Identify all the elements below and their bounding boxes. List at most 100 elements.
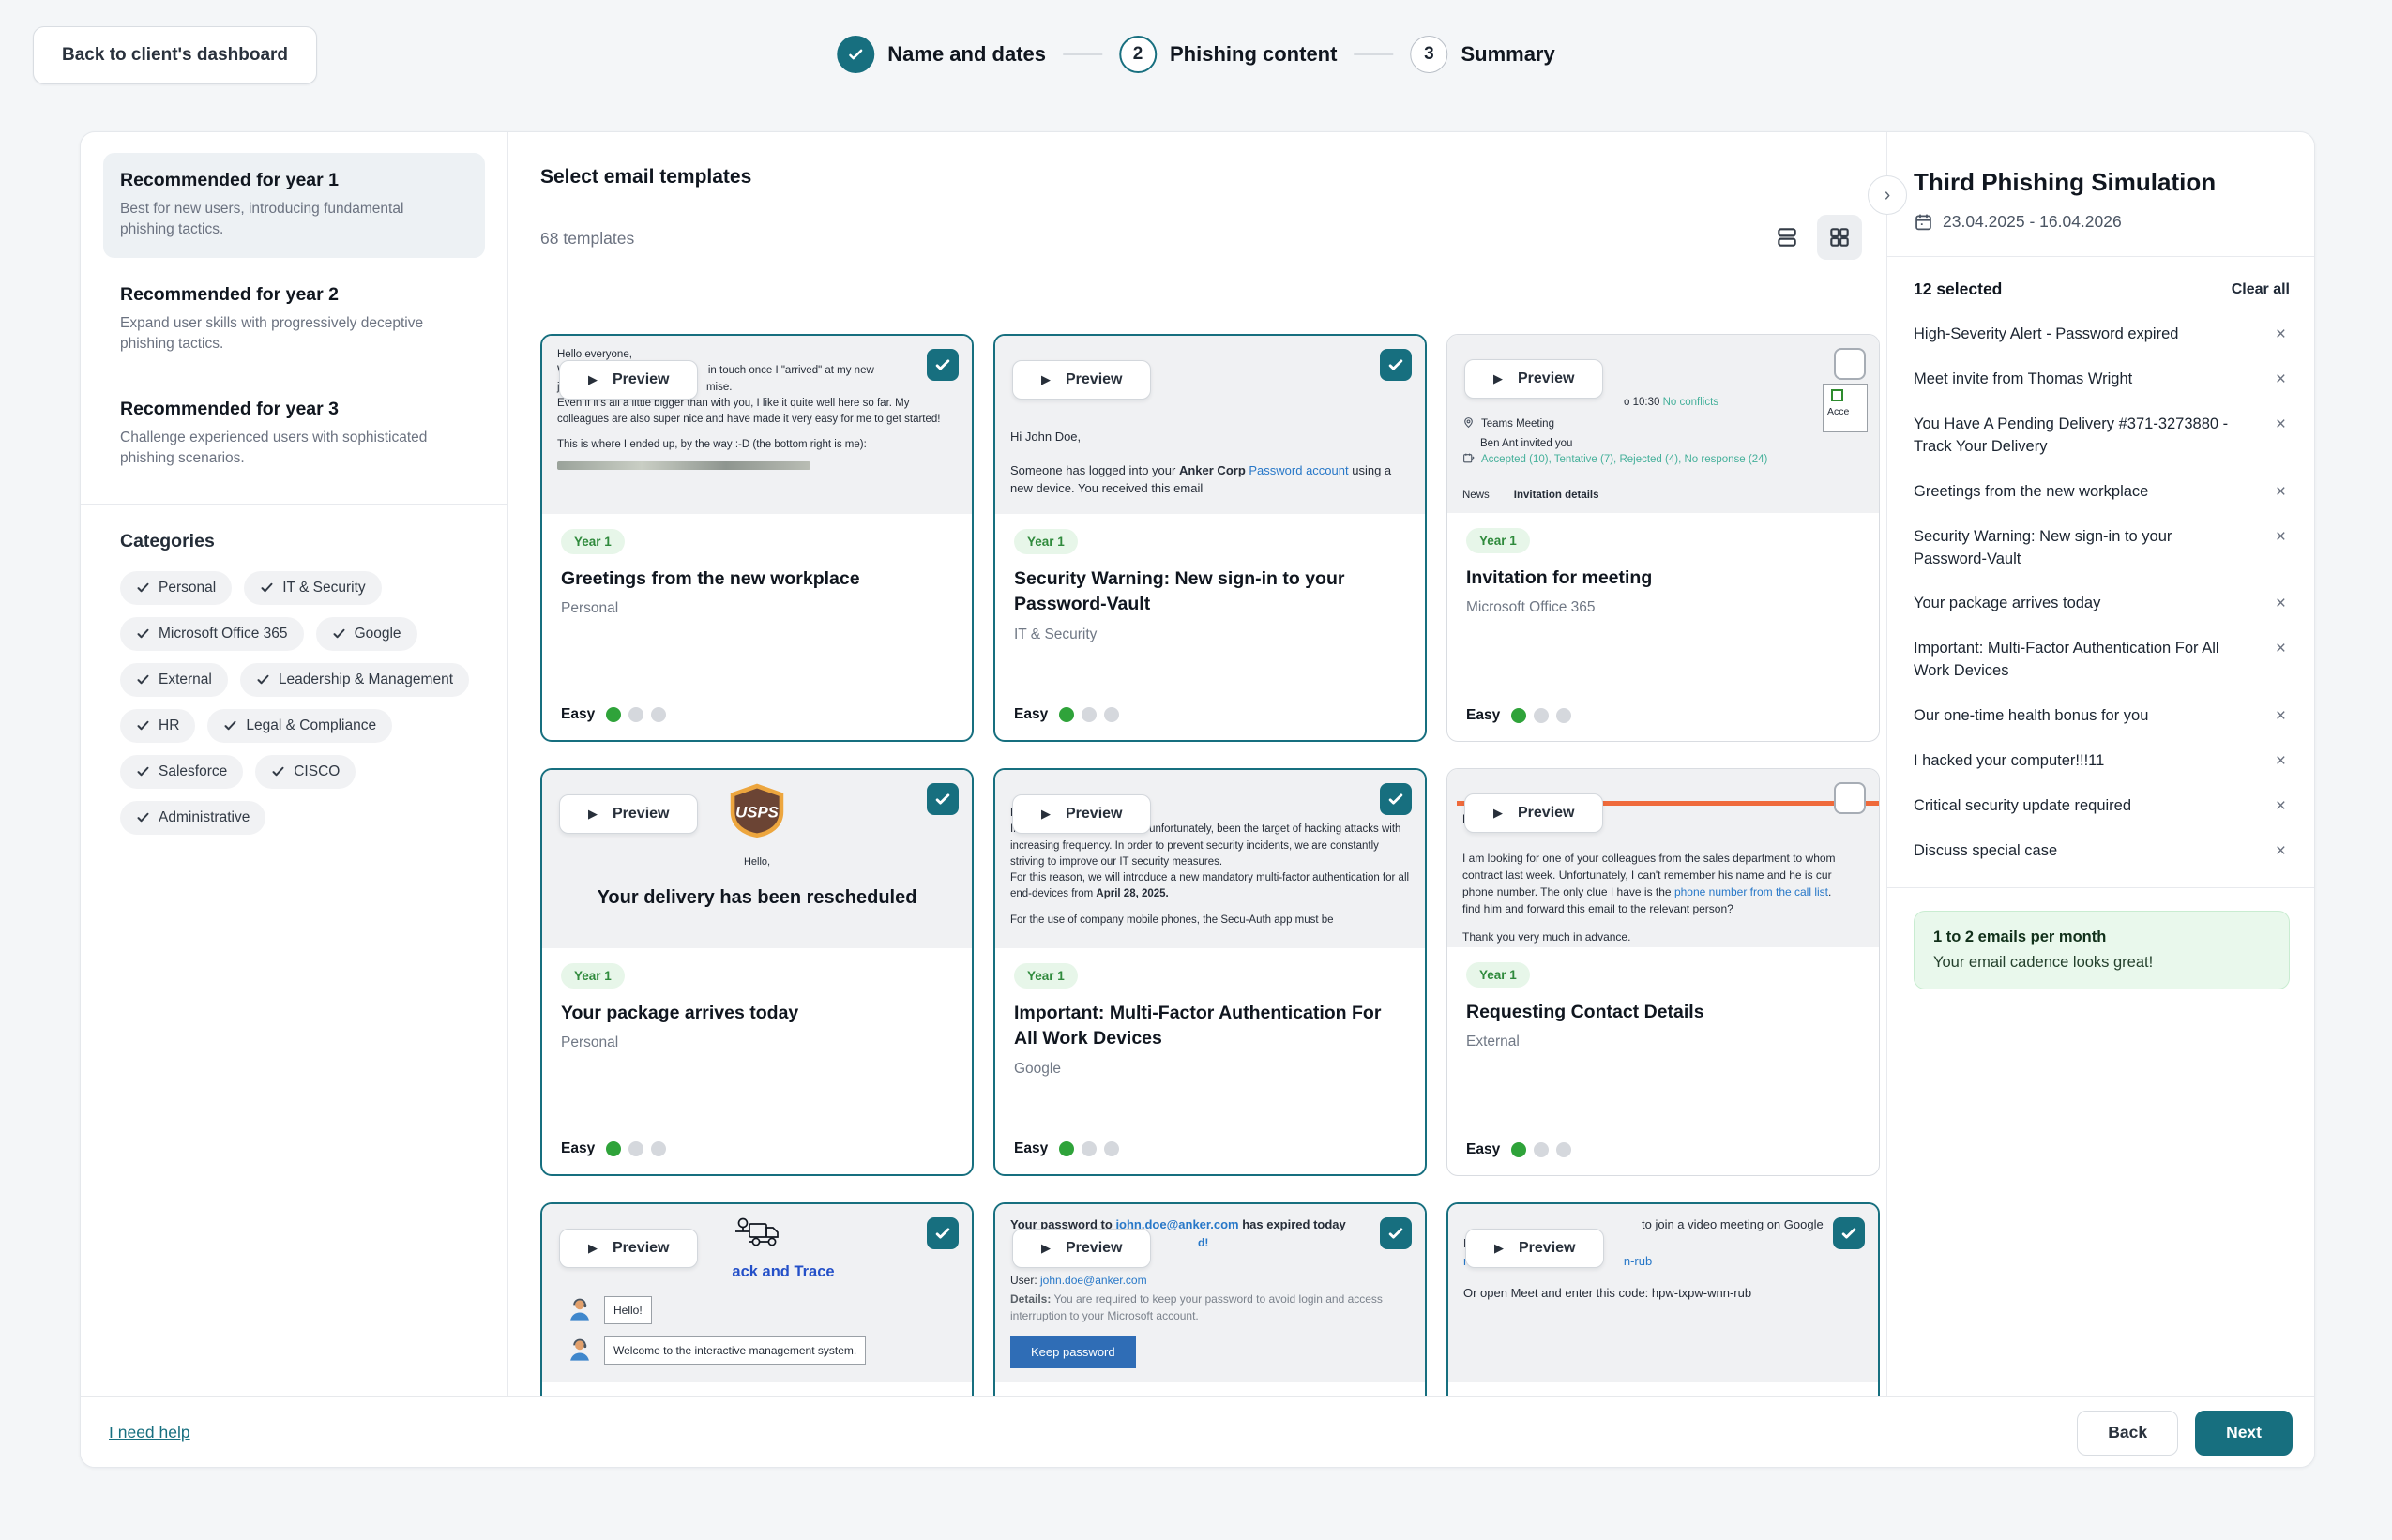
- location-pin-icon: [1462, 416, 1475, 429]
- template-grid-viewport[interactable]: ▶Preview Hello everyone, Win touch once …: [540, 334, 1880, 1396]
- recommendation-description: Challenge experienced users with sophist…: [120, 428, 430, 470]
- template-checkbox[interactable]: [927, 1217, 959, 1249]
- selected-template-row: Security Warning: New sign-in to your Pa…: [1914, 526, 2290, 571]
- play-icon: ▶: [1493, 806, 1503, 821]
- remove-template-button[interactable]: ×: [2272, 324, 2290, 345]
- template-card-invitation-for-meeting[interactable]: ▶Preview Acce o 10:30 No conflicts Teams…: [1446, 334, 1880, 742]
- category-chip[interactable]: Leadership & Management: [240, 663, 469, 697]
- remove-template-button[interactable]: ×: [2272, 705, 2290, 727]
- template-card-password-expired[interactable]: ▶Preview Your password to john.doe@anker…: [993, 1202, 1427, 1396]
- check-icon: [332, 627, 346, 641]
- template-card-multi-factor-authentication[interactable]: ▶Preview D Inas, unfortunately, been the…: [993, 768, 1427, 1176]
- selected-template-name: Security Warning: New sign-in to your Pa…: [1914, 526, 2244, 571]
- next-button[interactable]: Next: [2195, 1411, 2293, 1456]
- list-view-button[interactable]: [1764, 215, 1809, 260]
- recommendation-item[interactable]: Recommended for year 2 Expand user skill…: [103, 267, 485, 372]
- step-connector: [1063, 53, 1102, 55]
- preview-text: contract last week. Unfortunately, I can…: [1462, 867, 1864, 883]
- preview-button[interactable]: ▶Preview: [559, 1229, 698, 1268]
- preview-button[interactable]: ▶Preview: [559, 794, 698, 834]
- preview-user-line: User: john.doe@anker.com: [1010, 1272, 1410, 1289]
- difficulty: Easy: [1014, 1140, 1119, 1157]
- template-checkbox[interactable]: [1834, 782, 1866, 814]
- remove-template-button[interactable]: ×: [2272, 481, 2290, 503]
- step-name-and-dates[interactable]: Name and dates: [837, 36, 1046, 73]
- category-chip[interactable]: External: [120, 663, 228, 697]
- template-card-greetings-new-workplace[interactable]: ▶Preview Hello everyone, Win touch once …: [540, 334, 974, 742]
- category-chip[interactable]: Google: [316, 617, 417, 651]
- template-checkbox[interactable]: [1380, 1217, 1412, 1249]
- remove-template-button[interactable]: ×: [2272, 795, 2290, 817]
- stepper: Name and dates 2 Phishing content 3 Summ…: [837, 36, 1554, 73]
- category-chip[interactable]: Legal & Compliance: [207, 709, 392, 743]
- template-checkbox[interactable]: [1380, 783, 1412, 815]
- preview-button[interactable]: ▶Preview: [1464, 793, 1603, 833]
- category-chip[interactable]: CISCO: [255, 755, 356, 789]
- remove-template-button[interactable]: ×: [2272, 369, 2290, 390]
- selected-count: 12 selected: [1914, 279, 2002, 299]
- category-chip[interactable]: HR: [120, 709, 195, 743]
- remove-template-button[interactable]: ×: [2272, 414, 2290, 435]
- template-card-requesting-contact-details[interactable]: ▶Preview D I am looking for one of your …: [1446, 768, 1880, 1176]
- category-chip-label: Microsoft Office 365: [159, 626, 288, 642]
- remove-template-button[interactable]: ×: [2272, 638, 2290, 659]
- recommendation-item[interactable]: Recommended for year 3 Challenge experie…: [103, 382, 485, 487]
- view-toggles: [1764, 215, 1862, 260]
- list-view-icon: [1775, 225, 1799, 249]
- help-link[interactable]: I need help: [109, 1423, 190, 1442]
- play-icon: ▶: [1493, 371, 1503, 386]
- category-chip[interactable]: Microsoft Office 365: [120, 617, 304, 651]
- support-agent-avatar: [567, 1336, 593, 1363]
- collapse-panel-button[interactable]: ›: [1868, 175, 1907, 215]
- preview-button[interactable]: ▶Preview: [1464, 359, 1603, 399]
- template-title: Important: Multi-Factor Authentication F…: [1014, 1001, 1389, 1052]
- preview-button[interactable]: ▶Preview: [1012, 794, 1151, 834]
- difficulty-dots: [606, 707, 666, 722]
- cadence-callout: 1 to 2 emails per month Your email caden…: [1914, 911, 2290, 989]
- play-icon: ▶: [1041, 807, 1051, 822]
- category-chip[interactable]: Salesforce: [120, 755, 243, 789]
- selected-template-row: Greetings from the new workplace ×: [1914, 481, 2290, 504]
- step-phishing-content[interactable]: 2 Phishing content: [1119, 36, 1337, 73]
- template-checkbox[interactable]: [927, 783, 959, 815]
- play-icon: ▶: [588, 807, 598, 822]
- grid-view-button[interactable]: [1817, 215, 1862, 260]
- selected-template-name: Important: Multi-Factor Authentication F…: [1914, 638, 2244, 683]
- preview-text: Someone has logged into your Anker Corp …: [1010, 461, 1410, 498]
- category-chip[interactable]: IT & Security: [244, 571, 381, 605]
- recommendation-description: Expand user skills with progressively de…: [120, 313, 430, 355]
- keep-password-button[interactable]: Keep password: [1010, 1336, 1136, 1368]
- template-card-package-arrives-today[interactable]: ▶Preview USPS Hello, Your delivery has b…: [540, 768, 974, 1176]
- category-chip-label: Administrative: [159, 809, 250, 826]
- category-chip-label: CISCO: [294, 763, 340, 780]
- step-label: Name and dates: [887, 42, 1046, 67]
- remove-template-button[interactable]: ×: [2272, 750, 2290, 772]
- selected-template-list: High-Severity Alert - Password expired ×…: [1914, 324, 2290, 863]
- remove-template-button[interactable]: ×: [2272, 593, 2290, 614]
- step-summary[interactable]: 3 Summary: [1410, 36, 1554, 73]
- category-chip[interactable]: Administrative: [120, 801, 265, 835]
- remove-template-button[interactable]: ×: [2272, 840, 2290, 862]
- step-connector: [1354, 53, 1393, 55]
- preview-text: Ben Ant invited you: [1480, 436, 1864, 452]
- preview-button[interactable]: ▶Preview: [1012, 1229, 1151, 1268]
- back-to-dashboard-button[interactable]: Back to client's dashboard: [33, 26, 317, 84]
- template-checkbox[interactable]: [1834, 348, 1866, 380]
- template-checkbox[interactable]: [927, 349, 959, 381]
- clear-all-button[interactable]: Clear all: [2232, 281, 2290, 298]
- template-card-track-and-trace[interactable]: ▶Preview ack and Trace Hello!: [540, 1202, 974, 1396]
- template-card-meet-invite[interactable]: ▶Preview to join a video meeting on Goog…: [1446, 1202, 1880, 1396]
- recommendation-item[interactable]: Recommended for year 1 Best for new user…: [103, 153, 485, 258]
- template-category: IT & Security: [1014, 627, 1406, 643]
- email-preview: ▶Preview USPS Hello, Your delivery has b…: [542, 770, 972, 948]
- selected-template-row: You Have A Pending Delivery #371-3273880…: [1914, 414, 2290, 459]
- preview-button[interactable]: ▶Preview: [1465, 1229, 1604, 1268]
- category-chip[interactable]: Personal: [120, 571, 232, 605]
- back-button[interactable]: Back: [2077, 1411, 2178, 1456]
- preview-button[interactable]: ▶Preview: [1012, 360, 1151, 400]
- template-card-security-warning[interactable]: ▶Preview Hi John Doe, Someone has logged…: [993, 334, 1427, 742]
- template-checkbox[interactable]: [1833, 1217, 1865, 1249]
- preview-button[interactable]: ▶Preview: [559, 360, 698, 400]
- template-checkbox[interactable]: [1380, 349, 1412, 381]
- remove-template-button[interactable]: ×: [2272, 526, 2290, 548]
